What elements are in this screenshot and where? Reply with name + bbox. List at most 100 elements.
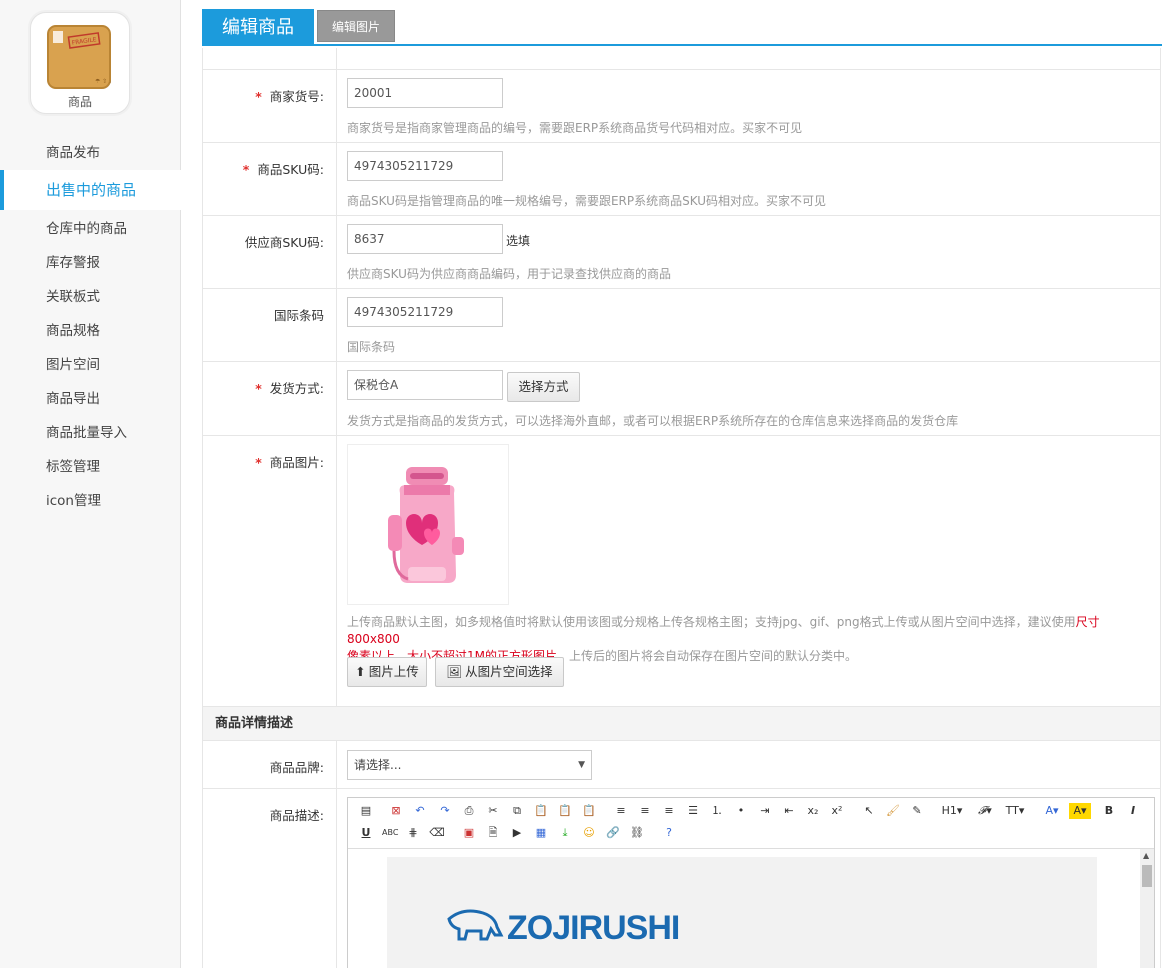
form-row-sku: * 商品SKU码: 4974305211729 商品SKU码是指管理商品的唯一规格… (203, 143, 1160, 216)
required-mark: * (255, 455, 262, 470)
image-space-label: 从图片空间选择 (465, 664, 553, 679)
align-left-icon[interactable]: ≡ (613, 803, 629, 819)
description-label: 商品描述: (269, 808, 324, 823)
print-icon[interactable]: ⎙ (461, 803, 477, 819)
edit-form: * 商家货号: 20001 商家货号是指商家管理商品的编号，需要跟ERP系统商品货… (202, 48, 1161, 968)
cut-icon[interactable]: ✂ (485, 803, 501, 819)
scroll-up-icon[interactable]: ▲ (1143, 851, 1149, 860)
app-card[interactable]: FRAGILE ☂ ⇧ ⚠ 商品 (30, 12, 130, 114)
nav-item-specs[interactable]: 商品规格 (0, 314, 181, 348)
pink-bottle-image (388, 467, 464, 583)
font-family-icon[interactable]: 𝓕▾ (973, 803, 997, 819)
paste-word-icon[interactable]: 📋 (581, 803, 597, 819)
supplier-sku-input[interactable]: 8637 (347, 224, 503, 254)
nav-item-tags[interactable]: 标签管理 (0, 450, 181, 484)
brand-select[interactable]: 请选择... ▼ (347, 750, 592, 780)
emoji-icon[interactable]: ☺ (581, 825, 597, 841)
highlight-icon[interactable]: A▾ (1069, 803, 1091, 819)
insert-media-icon[interactable]: ▶ (509, 825, 525, 841)
chevron-down-icon: ▼ (578, 760, 585, 770)
rich-text-editor[interactable]: ▤ ⊠ ↶ ↷ ⎙ ✂ ⧉ 📋 📋 📋 ≡ ≡ ≡ ☰ ⒈ • ⇥ ⇤ x₂ x… (347, 797, 1155, 968)
subscript-icon[interactable]: x₂ (805, 803, 821, 819)
form-row-brand: 商品品牌: 请选择... ▼ (203, 741, 1160, 789)
page: FRAGILE ☂ ⇧ ⚠ 商品 商品发布 出售中的商品 仓库中的商品 库存警报… (0, 0, 1167, 968)
sku-input[interactable]: 4974305211729 (347, 151, 503, 181)
tab-edit-product[interactable]: 编辑商品 (202, 9, 314, 46)
image-space-button[interactable]: 🖼 从图片空间选择 (435, 657, 564, 687)
sidebar-nav: 商品发布 出售中的商品 仓库中的商品 库存警报 关联板式 商品规格 图片空间 商… (0, 136, 181, 518)
sidebar: FRAGILE ☂ ⇧ ⚠ 商品 商品发布 出售中的商品 仓库中的商品 库存警报… (0, 0, 181, 968)
bold-icon[interactable]: B (1101, 803, 1117, 819)
ordered-list-icon[interactable]: ⒈ (709, 803, 725, 819)
italic-icon[interactable]: I (1125, 803, 1141, 819)
link-icon[interactable]: 🔗 (605, 825, 621, 841)
editor-scrollbar[interactable]: ▲ (1140, 849, 1154, 968)
paste-text-icon[interactable]: 📋 (557, 803, 573, 819)
nav-item-related-layout[interactable]: 关联板式 (0, 280, 181, 314)
upload-image-button[interactable]: ⬆ 图片上传 (347, 657, 427, 687)
required-mark: * (255, 89, 262, 104)
nav-item-image-space[interactable]: 图片空间 (0, 348, 181, 382)
nav-item-warehouse[interactable]: 仓库中的商品 (0, 212, 181, 246)
supplier-sku-optional: 选填 (506, 234, 531, 248)
barcode-label: 国际条码 (273, 308, 324, 323)
redo-icon[interactable]: ↷ (437, 803, 453, 819)
package-box-icon: FRAGILE ☂ ⇧ ⚠ (47, 25, 111, 89)
align-right-icon[interactable]: ≡ (661, 803, 677, 819)
justify-icon[interactable]: ☰ (685, 803, 701, 819)
unlink-icon[interactable]: ⛓ (629, 825, 645, 841)
svg-text:☂ ⇧ ⚠: ☂ ⇧ ⚠ (95, 78, 111, 85)
nav-item-on-sale[interactable]: 出售中的商品 (0, 170, 181, 210)
indent-icon[interactable]: ⇥ (757, 803, 773, 819)
supplier-sku-label: 供应商SKU码: (244, 235, 324, 250)
eraser-icon[interactable]: ⌫ (429, 825, 445, 841)
image-icon: 🖼 (446, 664, 463, 679)
heading-icon[interactable]: H1▾ (939, 803, 965, 819)
merchant-no-input[interactable]: 20001 (347, 78, 503, 108)
nav-item-publish[interactable]: 商品发布 (0, 136, 181, 170)
nav-item-export[interactable]: 商品导出 (0, 382, 181, 416)
source-icon[interactable]: ▤ (358, 803, 374, 819)
clear-format-icon[interactable]: 🖌 (885, 803, 901, 819)
copy-icon[interactable]: ⧉ (509, 803, 525, 819)
select-all-icon[interactable]: ↖ (861, 803, 877, 819)
upload-image-label: 图片上传 (368, 664, 419, 679)
font-color-icon[interactable]: A▾ (1041, 803, 1063, 819)
underline-icon[interactable]: U (358, 825, 374, 841)
merchant-no-hint: 商家货号是指商家管理商品的编号，需要跟ERP系统商品货号代码相对应。买家不可见 (347, 121, 803, 135)
nav-item-stock-alert[interactable]: 库存警报 (0, 246, 181, 280)
form-row-merchant-no: * 商家货号: 20001 商家货号是指商家管理商品的编号，需要跟ERP系统商品货… (203, 70, 1160, 143)
insert-file-icon[interactable]: 🗎 (485, 825, 501, 841)
hr-icon[interactable]: ⋕ (405, 825, 421, 841)
details-section-header: 商品详情描述 (203, 707, 1160, 741)
undo-icon[interactable]: ↶ (412, 803, 428, 819)
insert-image-icon[interactable]: ▣ (461, 825, 477, 841)
shipping-input[interactable]: 保税仓A (347, 370, 503, 400)
image-hint-text-a: 上传商品默认主图，如多规格值时将默认使用该图或分规格上传各规格主图；支持jpg、… (347, 615, 1076, 629)
superscript-icon[interactable]: x² (829, 803, 845, 819)
form-row-description: 商品描述: ▤ ⊠ ↶ ↷ ⎙ ✂ ⧉ 📋 📋 📋 ≡ ≡ ≡ ☰ ⒈ • ⇥ … (203, 789, 1160, 968)
nav-item-batch-import[interactable]: 商品批量导入 (0, 416, 181, 450)
required-mark: * (255, 381, 262, 396)
merchant-no-label: 商家货号: (269, 89, 324, 104)
fullscreen-icon[interactable]: ⊠ (388, 803, 404, 819)
insert-row-icon[interactable]: ⤓ (557, 825, 573, 841)
strikethrough-icon[interactable]: ABC (382, 825, 398, 841)
outdent-icon[interactable]: ⇤ (781, 803, 797, 819)
zojirushi-logo-text: ZOJIRUSHI (507, 909, 680, 947)
paste-icon[interactable]: 📋 (533, 803, 549, 819)
quick-format-icon[interactable]: ✎ (909, 803, 925, 819)
unordered-list-icon[interactable]: • (733, 803, 749, 819)
align-center-icon[interactable]: ≡ (637, 803, 653, 819)
product-image-preview[interactable] (347, 444, 509, 605)
scrollbar-thumb[interactable] (1142, 865, 1152, 887)
tab-edit-image[interactable]: 编辑图片 (317, 10, 395, 42)
barcode-hint: 国际条码 (347, 340, 396, 354)
choose-shipping-button[interactable]: 选择方式 (507, 372, 580, 402)
nav-item-icons[interactable]: icon管理 (0, 484, 181, 518)
barcode-input[interactable]: 4974305211729 (347, 297, 503, 327)
font-size-icon[interactable]: TT▾ (1003, 803, 1027, 819)
insert-table-icon[interactable]: ▦ (533, 825, 549, 841)
help-icon[interactable]: ? (661, 825, 677, 841)
editor-content[interactable]: ZOJIRUSHI ▲ (348, 848, 1154, 968)
